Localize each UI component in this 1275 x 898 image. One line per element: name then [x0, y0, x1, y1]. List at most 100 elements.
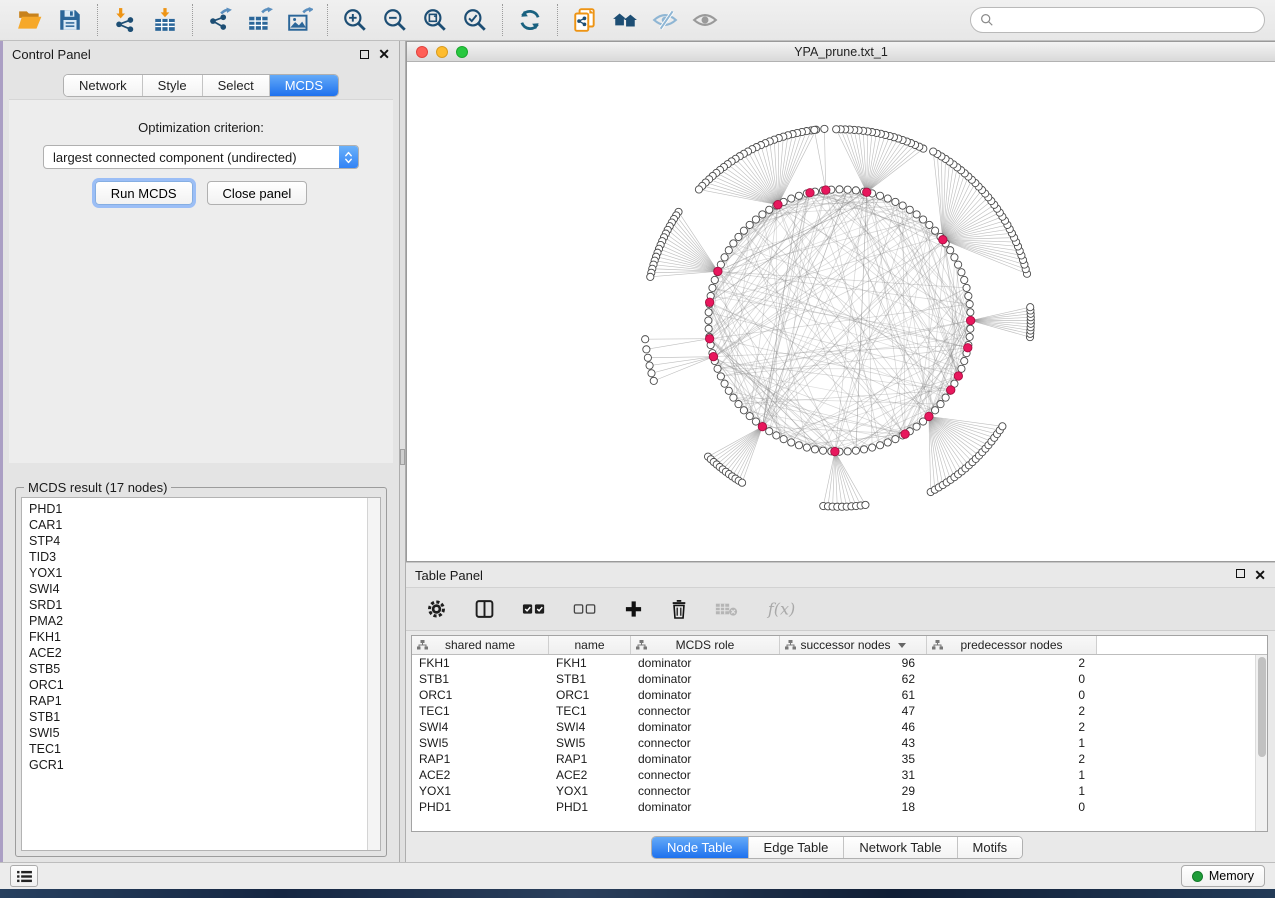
- splitter-grip[interactable]: [400, 449, 405, 465]
- column-header-predecessor_nodes[interactable]: predecessor nodes: [927, 636, 1097, 654]
- mcds-result-item[interactable]: FKH1: [29, 629, 367, 645]
- tab-network-table[interactable]: Network Table: [844, 837, 957, 858]
- table-scrollbar-thumb[interactable]: [1258, 657, 1266, 757]
- table-row[interactable]: TEC1TEC1connector472: [412, 703, 1267, 719]
- zoom-selected-button[interactable]: [455, 2, 495, 38]
- table-row[interactable]: FKH1FKH1dominator962: [412, 655, 1267, 671]
- run-mcds-button[interactable]: Run MCDS: [95, 181, 193, 205]
- new-network-from-selection-button[interactable]: [565, 2, 605, 38]
- mcds-result-item[interactable]: ACE2: [29, 645, 367, 661]
- export-table-button[interactable]: [240, 2, 280, 38]
- tab-style[interactable]: Style: [143, 75, 203, 96]
- network-canvas[interactable]: [407, 62, 1275, 561]
- table-row[interactable]: SWI5SWI5connector431: [412, 735, 1267, 751]
- panel-splitter[interactable]: [399, 41, 406, 862]
- column-header-name[interactable]: name: [549, 636, 631, 654]
- column-header-successor_nodes[interactable]: successor nodes: [780, 636, 927, 654]
- tab-node-table[interactable]: Node Table: [652, 837, 749, 858]
- network-graph[interactable]: [407, 62, 1275, 561]
- mcds-result-item[interactable]: SRD1: [29, 597, 367, 613]
- table-row[interactable]: ACE2ACE2connector311: [412, 767, 1267, 783]
- mcds-result-list[interactable]: PHD1CAR1STP4TID3YOX1SWI4SRD1PMA2FKH1ACE2…: [22, 498, 367, 850]
- cell-name: RAP1: [549, 751, 631, 767]
- window-close-icon[interactable]: [416, 46, 428, 58]
- apply-layout-button[interactable]: [510, 2, 550, 38]
- mcds-result-item[interactable]: RAP1: [29, 693, 367, 709]
- mcds-result-item[interactable]: CAR1: [29, 517, 367, 533]
- mcds-result-item[interactable]: ORC1: [29, 677, 367, 693]
- tab-network[interactable]: Network: [64, 75, 143, 96]
- tab-select[interactable]: Select: [203, 75, 270, 96]
- mcds-result-item[interactable]: YOX1: [29, 565, 367, 581]
- select-all-button[interactable]: [522, 598, 546, 620]
- folder-open-button[interactable]: [10, 2, 50, 38]
- tab-motifs[interactable]: Motifs: [958, 837, 1023, 858]
- show-all-button[interactable]: [685, 2, 725, 38]
- float-table-panel-icon[interactable]: [1236, 569, 1245, 578]
- first-neighbors-button[interactable]: [605, 2, 645, 38]
- mcds-result-item[interactable]: STB1: [29, 709, 367, 725]
- delete-column-icon: [670, 598, 688, 620]
- mcds-result-item[interactable]: SWI4: [29, 581, 367, 597]
- split-panel-button[interactable]: [474, 598, 495, 620]
- memory-button-label: Memory: [1209, 869, 1254, 883]
- function-builder-button[interactable]: f(x): [765, 598, 797, 620]
- export-image-button[interactable]: [280, 2, 320, 38]
- table-scrollbar[interactable]: [1255, 655, 1267, 831]
- mcds-result-scrollbar[interactable]: [367, 498, 380, 850]
- table-row[interactable]: ORC1ORC1dominator610: [412, 687, 1267, 703]
- hide-selected-button[interactable]: [645, 2, 685, 38]
- add-column-icon: [624, 598, 643, 620]
- save-session-button[interactable]: [50, 2, 90, 38]
- tab-edge-table[interactable]: Edge Table: [749, 837, 845, 858]
- table-row[interactable]: PHD1PHD1dominator180: [412, 799, 1267, 815]
- network-window-titlebar[interactable]: YPA_prune.txt_1: [407, 42, 1275, 62]
- memory-button[interactable]: Memory: [1181, 865, 1265, 887]
- import-table-button[interactable]: [145, 2, 185, 38]
- mcds-result-item[interactable]: PHD1: [29, 501, 367, 517]
- mcds-result-item[interactable]: STP4: [29, 533, 367, 549]
- close-panel-icon[interactable]: ✕: [378, 48, 390, 60]
- table-row[interactable]: RAP1RAP1dominator352: [412, 751, 1267, 767]
- mcds-result-item[interactable]: TEC1: [29, 741, 367, 757]
- task-history-button[interactable]: [10, 865, 38, 887]
- mcds-result-item[interactable]: PMA2: [29, 613, 367, 629]
- column-header-mcds_role[interactable]: MCDS role: [631, 636, 780, 654]
- window-maximize-icon[interactable]: [456, 46, 468, 58]
- search-input[interactable]: [999, 13, 1255, 28]
- close-table-panel-icon[interactable]: ✕: [1254, 569, 1266, 581]
- column-header-shared_name[interactable]: shared name: [412, 636, 549, 654]
- table-row[interactable]: SWI4SWI4dominator462: [412, 719, 1267, 735]
- table-row[interactable]: STB1STB1dominator620: [412, 671, 1267, 687]
- apply-layout-icon: [517, 7, 543, 33]
- export-network-button[interactable]: [200, 2, 240, 38]
- cell-predecessor_nodes: 2: [927, 655, 1097, 671]
- add-column-button[interactable]: [624, 598, 643, 620]
- zoom-in-button[interactable]: [335, 2, 375, 38]
- cell-name: TEC1: [549, 703, 631, 719]
- table-row[interactable]: YOX1YOX1connector291: [412, 783, 1267, 799]
- settings-gear-button[interactable]: [426, 598, 447, 620]
- window-minimize-icon[interactable]: [436, 46, 448, 58]
- mcds-result-item[interactable]: GCR1: [29, 757, 367, 773]
- deselect-all-button[interactable]: [573, 598, 597, 620]
- delete-table-button[interactable]: [715, 598, 738, 620]
- table-panel-title: Table Panel: [415, 568, 483, 583]
- node-table: shared namenameMCDS rolesuccessor nodesp…: [411, 635, 1268, 832]
- mcds-result-item[interactable]: STB5: [29, 661, 367, 677]
- close-panel-button[interactable]: Close panel: [207, 181, 308, 205]
- cell-mcds_role: connector: [631, 767, 780, 783]
- mcds-result-item[interactable]: TID3: [29, 549, 367, 565]
- zoom-fit-button[interactable]: [415, 2, 455, 38]
- float-panel-icon[interactable]: [360, 50, 369, 59]
- cell-successor_nodes: 29: [780, 783, 927, 799]
- mcds-result-item[interactable]: SWI5: [29, 725, 367, 741]
- zoom-out-button[interactable]: [375, 2, 415, 38]
- search-box[interactable]: [970, 7, 1265, 33]
- split-panel-icon: [474, 598, 495, 620]
- cell-successor_nodes: 46: [780, 719, 927, 735]
- import-network-button[interactable]: [105, 2, 145, 38]
- delete-column-button[interactable]: [670, 598, 688, 620]
- optimization-criterion-select[interactable]: largest connected component (undirected): [43, 145, 359, 169]
- tab-mcds[interactable]: MCDS: [270, 75, 338, 96]
